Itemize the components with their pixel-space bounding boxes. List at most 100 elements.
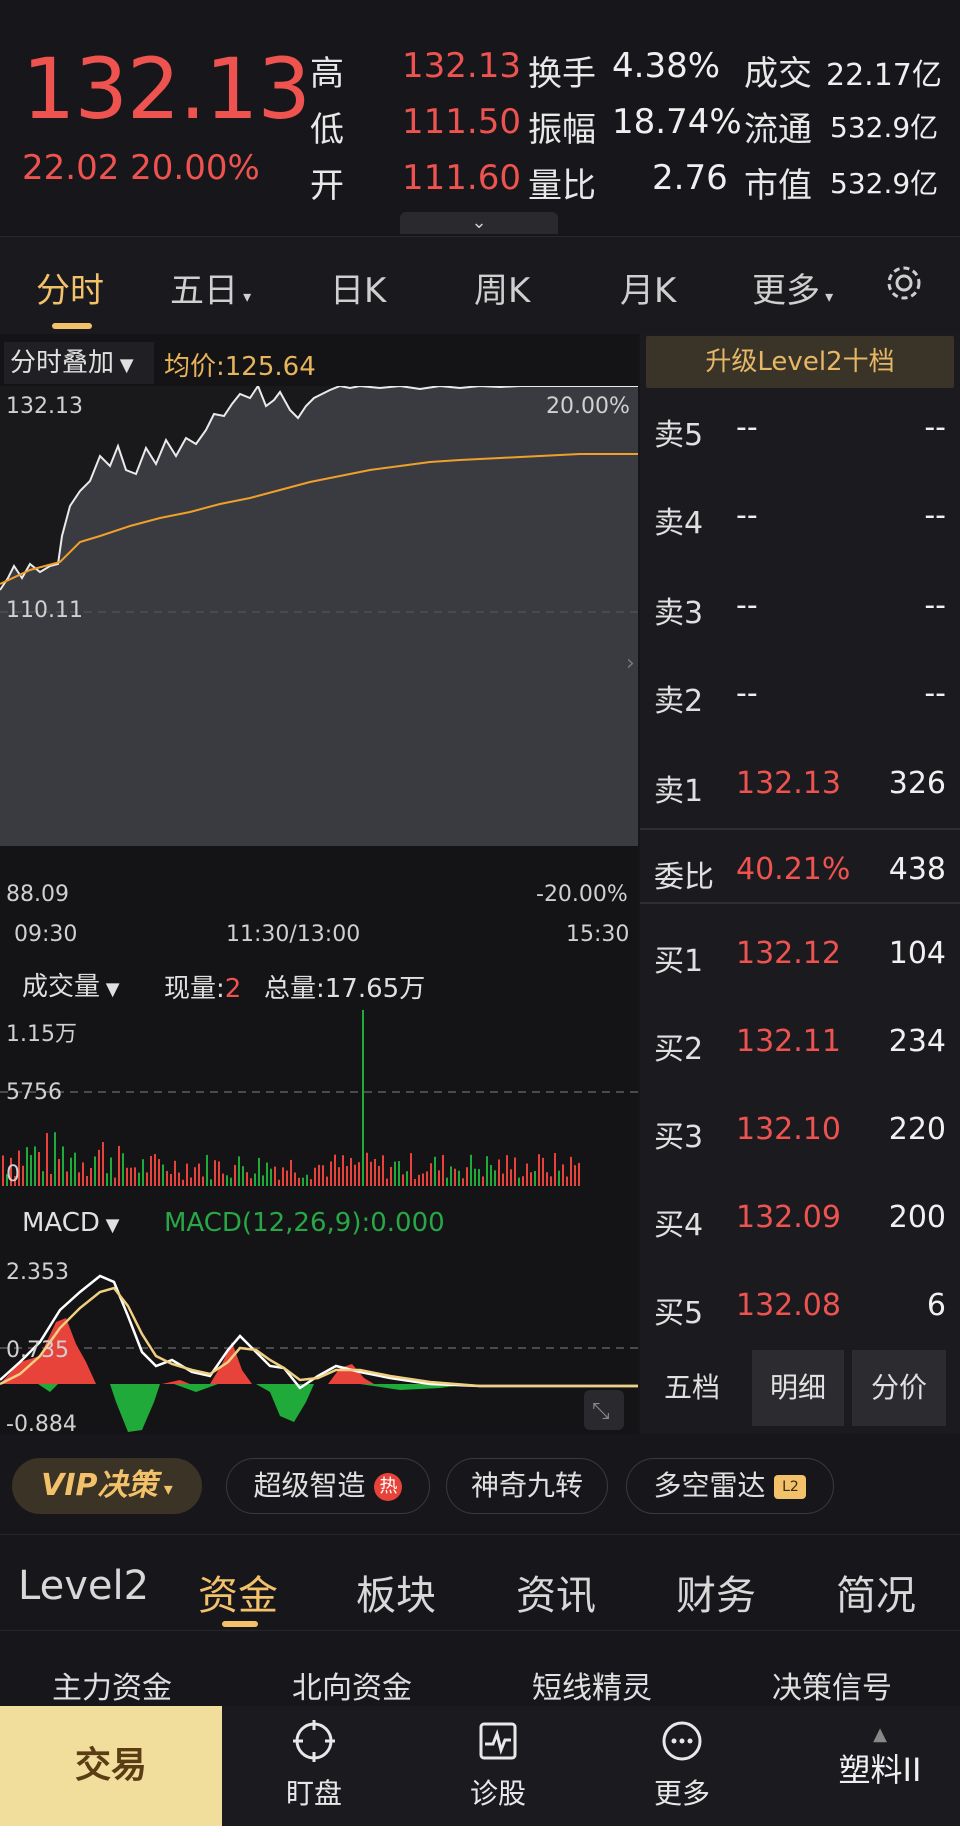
macd-chart: ⤡ — [0, 1274, 638, 1432]
volume-bar — [474, 1168, 476, 1186]
volume-bar — [142, 1159, 144, 1186]
chip-magic-nine[interactable]: 神奇九转 — [446, 1458, 608, 1514]
volume-bar — [186, 1163, 188, 1186]
subtab-northbound-funds[interactable]: 北向资金 — [292, 1663, 412, 1707]
volume-bar — [570, 1156, 572, 1186]
volume-bar — [330, 1161, 332, 1186]
tab-level2[interactable]: Level2 — [18, 1563, 149, 1609]
volume-bar — [182, 1179, 184, 1186]
stat-label-open: 开 — [310, 166, 344, 206]
bid-row: 买5 132.08 6 — [640, 1264, 960, 1352]
tab-news[interactable]: 资讯 — [516, 1563, 596, 1621]
tab-financials[interactable]: 财务 — [676, 1563, 756, 1621]
volume-bar — [554, 1153, 556, 1186]
volume-bar — [266, 1162, 268, 1186]
volume-bar — [74, 1152, 76, 1186]
tab-overview[interactable]: 简况 — [836, 1563, 916, 1621]
chip-super-manufacturing[interactable]: 超级智造 热 — [226, 1458, 430, 1514]
volume-bar — [298, 1177, 300, 1186]
volume-chart — [0, 1010, 638, 1186]
overlay-dropdown[interactable]: 分时叠加 ▼ — [4, 342, 154, 384]
volume-bar — [502, 1173, 504, 1186]
caret-down-icon: ▼ — [100, 979, 120, 1000]
chip-bull-bear-radar[interactable]: 多空雷达 L2 — [626, 1458, 834, 1514]
volume-bar — [522, 1176, 524, 1186]
bid-volume: 6 — [926, 1288, 946, 1323]
macd-dropdown[interactable]: MACD ▼ — [22, 1208, 120, 1238]
vip-decision-button[interactable]: VIP决策 ▾ — [12, 1458, 202, 1514]
volume-axis-zero: 0 — [6, 1162, 20, 1187]
volume-bar — [318, 1164, 320, 1186]
tab-daily-k[interactable]: 日K — [330, 263, 386, 312]
ask-volume: -- — [924, 498, 946, 533]
tab-intraday[interactable]: 分时 — [36, 263, 104, 312]
volume-bar — [170, 1173, 172, 1186]
tab-funds[interactable]: 资金 — [198, 1563, 278, 1621]
caret-down-icon: ▾ — [820, 287, 834, 306]
volume-bar — [130, 1167, 132, 1186]
bid-label: 买5 — [654, 1296, 704, 1331]
volume-bar — [326, 1176, 328, 1186]
trade-button[interactable]: 交易 — [0, 1706, 222, 1826]
stat-label-low: 低 — [310, 110, 344, 150]
volume-bar — [210, 1179, 212, 1186]
tab-five-levels[interactable]: 五档 — [640, 1350, 744, 1426]
stock-switcher[interactable]: ▲ 塑料II — [820, 1724, 940, 1791]
bid-label: 买1 — [654, 944, 704, 979]
volume-bar — [394, 1161, 396, 1186]
volume-bar — [530, 1172, 532, 1186]
volume-bar — [22, 1165, 24, 1186]
upgrade-level2-button[interactable]: 升级Level2十档 — [646, 336, 954, 388]
tab-price-distribution[interactable]: 分价 — [852, 1350, 946, 1426]
current-volume-value: 2 — [224, 974, 242, 1004]
current-price: 132.13 — [22, 40, 311, 138]
volume-bar — [390, 1166, 392, 1186]
volume-bar — [486, 1156, 488, 1186]
tab-details[interactable]: 明细 — [752, 1350, 844, 1426]
volume-bar — [566, 1176, 568, 1186]
volume-axis-max: 1.15万 — [6, 1022, 77, 1047]
price-chart[interactable]: › — [0, 386, 638, 846]
overlay-label: 分时叠加 — [10, 348, 115, 378]
volume-bar — [126, 1167, 128, 1186]
gear-icon[interactable] — [880, 259, 928, 311]
volume-bar — [462, 1178, 464, 1186]
tab-weekly-k[interactable]: 周K — [474, 263, 530, 312]
ratio-percent: 40.21% — [736, 852, 851, 887]
volume-bar — [38, 1151, 40, 1186]
subtab-decision-signals[interactable]: 决策信号 — [772, 1663, 892, 1707]
ask-row: 卖3 -- -- — [640, 564, 960, 652]
tab-five-day[interactable]: 五日 ▾ — [170, 263, 251, 312]
volume-bar — [374, 1158, 376, 1186]
volume-bar — [214, 1160, 216, 1186]
expand-header-button[interactable]: ⌄ — [400, 212, 558, 234]
volume-bar — [34, 1146, 36, 1186]
volume-dropdown[interactable]: 成交量 ▼ — [22, 966, 120, 1003]
volume-bar — [314, 1167, 316, 1186]
nav-more-label: 更多 — [653, 1777, 710, 1810]
price-change: 22.02 20.00% — [22, 148, 260, 188]
volume-bar — [410, 1153, 412, 1186]
bid-volume: 104 — [888, 936, 946, 971]
subtab-short-term-sprite[interactable]: 短线精灵 — [532, 1663, 652, 1707]
tab-more[interactable]: 更多 ▾ — [752, 263, 833, 312]
stat-label-amount: 成交 — [744, 54, 812, 94]
volume-bar — [166, 1170, 168, 1186]
subtab-main-funds[interactable]: 主力资金 — [52, 1663, 172, 1707]
volume-bar — [230, 1177, 232, 1186]
macd-axis-top: 2.353 — [6, 1260, 69, 1285]
nav-watch[interactable]: 盯盘 — [254, 1718, 374, 1812]
nav-more[interactable]: 更多 — [622, 1718, 742, 1812]
tab-monthly-k[interactable]: 月K — [620, 263, 676, 312]
chevron-down-icon: ⌄ — [471, 212, 487, 233]
ask-price: 132.13 — [736, 766, 841, 801]
caret-down-icon: ▼ — [99, 1215, 120, 1236]
stock-name: 塑料II — [838, 1751, 922, 1789]
nav-diagnose[interactable]: 诊股 — [438, 1718, 558, 1812]
ask-volume: -- — [924, 588, 946, 623]
volume-bar — [250, 1178, 252, 1186]
volume-bar — [426, 1171, 428, 1186]
ask-label: 卖2 — [654, 684, 704, 719]
tab-sectors[interactable]: 板块 — [356, 1563, 436, 1621]
volume-bar — [26, 1147, 28, 1186]
